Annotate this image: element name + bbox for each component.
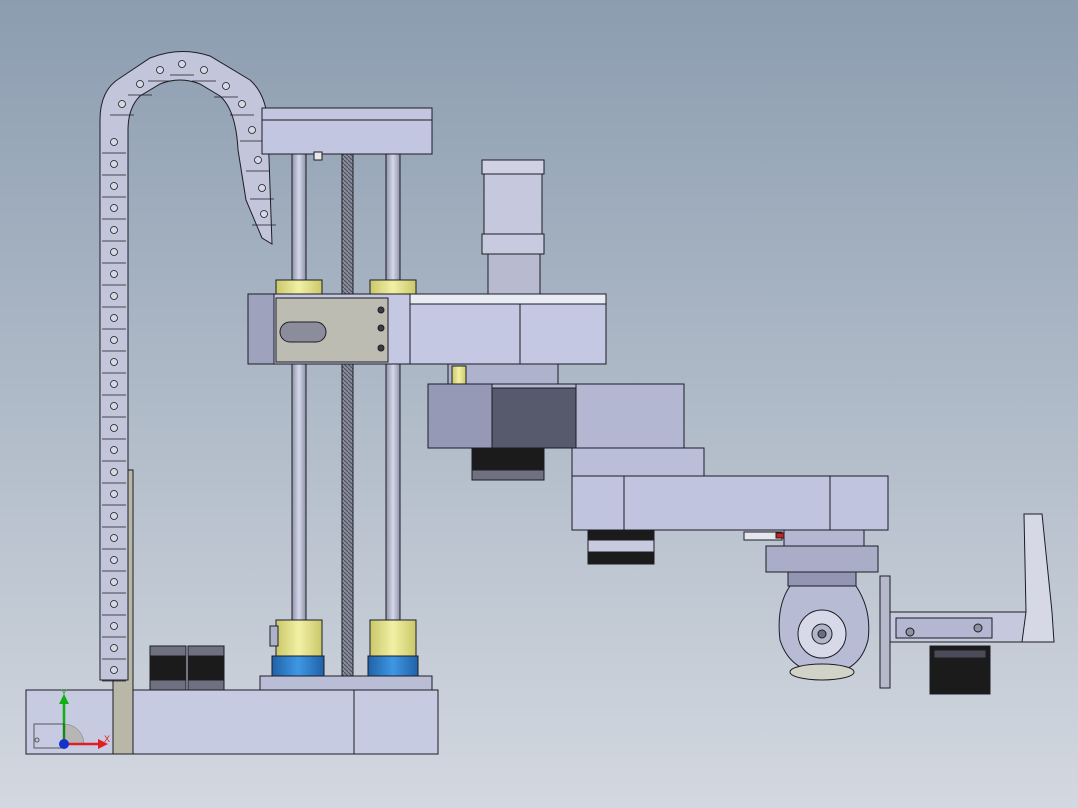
chain-link-pin bbox=[110, 204, 118, 212]
chain-link-pin bbox=[110, 622, 118, 630]
chain-link-pin bbox=[110, 666, 118, 674]
chain-link-pin bbox=[110, 226, 118, 234]
chain-link-pin bbox=[110, 358, 118, 366]
gripper-disc bbox=[879, 575, 891, 689]
chain-link-pin bbox=[260, 210, 268, 218]
shoulder-motor-lower[interactable] bbox=[471, 447, 545, 481]
coupler-left bbox=[271, 655, 325, 677]
chain-link-pin bbox=[110, 578, 118, 586]
chain-link-pin bbox=[110, 402, 118, 410]
chain-link-pin bbox=[110, 380, 118, 388]
chain-link-pin bbox=[254, 156, 262, 164]
chain-link-pin bbox=[156, 66, 164, 74]
chain-link-pin bbox=[110, 644, 118, 652]
lead-screw bbox=[341, 153, 354, 677]
base-motor-right[interactable] bbox=[187, 645, 225, 691]
chain-link-pin bbox=[110, 556, 118, 564]
chain-link-pin bbox=[110, 160, 118, 168]
triad-y-label: Y bbox=[61, 688, 67, 698]
top-plate[interactable] bbox=[261, 107, 433, 161]
chain-link-pin bbox=[110, 248, 118, 256]
chain-link-pin bbox=[110, 490, 118, 498]
chain-link-pin bbox=[110, 468, 118, 476]
elbow-motor[interactable] bbox=[587, 529, 655, 565]
chain-link-pin bbox=[110, 314, 118, 322]
chain-link-pin bbox=[200, 66, 208, 74]
bushing-lower-right bbox=[369, 619, 417, 659]
chain-link-pin bbox=[222, 82, 230, 90]
chain-link-pin bbox=[248, 126, 256, 134]
chain-link-pin bbox=[110, 446, 118, 454]
chain-link-pin bbox=[136, 80, 144, 88]
chain-link-pin bbox=[110, 336, 118, 344]
chain-link-pin bbox=[110, 182, 118, 190]
chain-link-pin bbox=[110, 292, 118, 300]
chain-link-pin bbox=[258, 184, 266, 192]
chain-link-pin bbox=[110, 138, 118, 146]
cad-viewport[interactable]: X Y bbox=[0, 0, 1078, 808]
motor-mount-tab bbox=[269, 625, 279, 647]
coupler-right bbox=[367, 655, 419, 677]
chain-link-pin bbox=[118, 100, 126, 108]
shoulder-motor[interactable] bbox=[481, 159, 545, 295]
chain-link-pin bbox=[178, 60, 186, 68]
chain-link-pin bbox=[110, 534, 118, 542]
triad-x-label: X bbox=[104, 734, 110, 744]
slot-hole bbox=[279, 321, 327, 343]
bushing-lower-left bbox=[275, 619, 323, 659]
carriage-bracket-plate[interactable] bbox=[275, 297, 389, 363]
chain-link-pin bbox=[110, 424, 118, 432]
chain-link-pin bbox=[110, 600, 118, 608]
chain-link-pin bbox=[238, 100, 246, 108]
chain-link-pin bbox=[110, 512, 118, 520]
chain-link-pin bbox=[110, 270, 118, 278]
guide-rod-left bbox=[291, 153, 307, 677]
base-motor-left[interactable] bbox=[149, 645, 187, 691]
guide-rod-right bbox=[385, 153, 401, 677]
